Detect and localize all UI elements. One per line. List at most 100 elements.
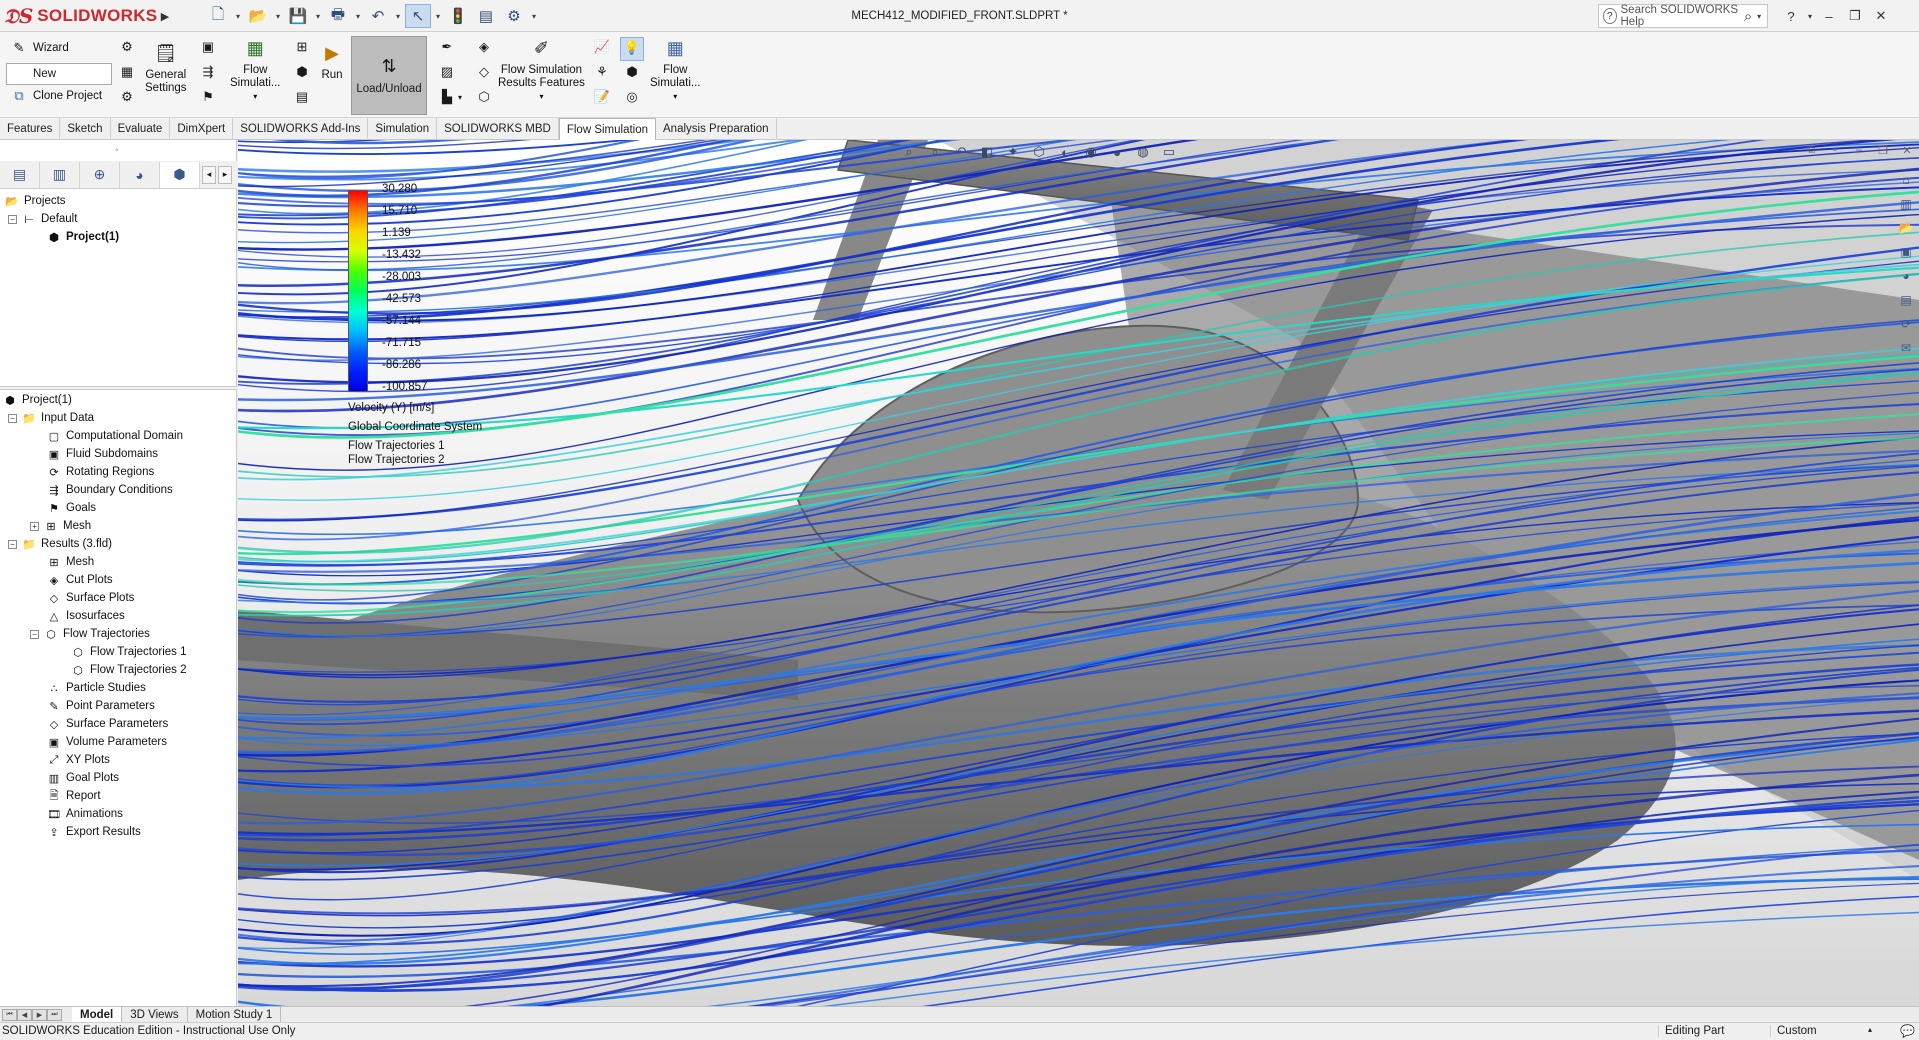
flow-trajectory-icon[interactable]: ⬡ <box>474 87 494 107</box>
flow-simulation-dropdown-icon[interactable]: ▾ <box>253 90 257 103</box>
tab-3d-views[interactable]: 3D Views <box>122 1006 188 1023</box>
previous-view-icon[interactable]: ↶ <box>950 141 972 163</box>
xy-plots-node[interactable]: ⤢ XY Plots <box>46 751 110 769</box>
search-icon[interactable]: ⌕ <box>1739 8 1757 25</box>
flow-trajectories-node[interactable]: − ⬡ Flow Trajectories <box>30 625 150 643</box>
customize-icon[interactable]: ⚙ <box>117 37 137 57</box>
print-dropdown-icon[interactable]: ▾ <box>353 4 363 28</box>
tab-features[interactable]: Features <box>0 118 61 140</box>
project-node[interactable]: ⬢ Project(1) <box>46 228 119 246</box>
flow-simulation-analysis-tree-tab-icon[interactable]: ⬢ <box>160 161 200 188</box>
computational-domain-node[interactable]: ▢ Computational Domain <box>46 427 183 445</box>
collapse-toggle-icon[interactable]: − <box>8 214 17 224</box>
flow-simulation-results-features-button[interactable]: ✐ Flow Simulation Results Features ▾ <box>498 35 585 103</box>
default-config-node[interactable]: − ⊢ Default <box>8 210 77 228</box>
volume-parameters-node[interactable]: ▣ Volume Parameters <box>46 733 167 751</box>
load-unload-button[interactable]: ⇅ Load/Unload <box>351 36 427 115</box>
save-icon[interactable]: 💾 <box>285 4 311 28</box>
panel-collapse-handle[interactable]: ◦ <box>115 145 119 156</box>
property-manager-tab-icon[interactable]: ▥ <box>40 161 80 188</box>
forum-icon[interactable]: ⟳ <box>1895 314 1917 334</box>
report-node[interactable]: 🗎 Report <box>46 787 101 805</box>
first-tab-arrow-icon[interactable]: ⏮ <box>2 1008 17 1021</box>
prev-tab-arrow-icon[interactable]: ◀ <box>17 1008 32 1021</box>
solidworks-logo[interactable]: 𝔇S SOLIDWORKS <box>4 3 157 29</box>
results-node[interactable]: − 📁 Results (3.fld) <box>8 535 112 553</box>
computational-domain-icon[interactable]: ▣ <box>198 37 218 57</box>
rotating-regions-node[interactable]: ⟳ Rotating Regions <box>46 463 154 481</box>
tab-evaluate[interactable]: Evaluate <box>111 118 171 140</box>
configuration-manager-tab-icon[interactable]: ⊕ <box>80 161 120 188</box>
design-library-icon[interactable]: ▥ <box>1895 194 1917 214</box>
solidworks-resources-icon[interactable]: ⌂ <box>1895 170 1917 190</box>
wizard-button[interactable]: ✎ Wizard <box>10 39 69 57</box>
print-icon[interactable]: 🖶 <box>325 4 351 28</box>
flow-trajectories-1-node[interactable]: ⬡ Flow Trajectories 1 <box>70 643 186 661</box>
surface-parameters-node[interactable]: ◇ Surface Parameters <box>46 715 169 733</box>
surface-plots-node[interactable]: ◇ Surface Plots <box>46 589 135 607</box>
flow-trajectories-2-node[interactable]: ⬡ Flow Trajectories 2 <box>70 661 186 679</box>
chart-results-icon[interactable]: ▙ <box>437 87 457 107</box>
view-palette-icon[interactable]: ▣ <box>1895 242 1917 262</box>
viewport-close-icon[interactable]: ✕ <box>1895 140 1919 160</box>
collapse-toggle-icon[interactable]: − <box>8 413 17 423</box>
chart-results-dropdown-icon[interactable]: ▾ <box>455 87 465 107</box>
unit-system-selector[interactable]: Custom ▴ <box>1770 1025 1880 1037</box>
help-search-input[interactable]: ? Search SOLIDWORKS Help ⌕ ▾ <box>1598 4 1768 28</box>
select-dropdown-icon[interactable]: ▾ <box>433 4 443 28</box>
viewport-tile-icon[interactable]: ⧉ <box>1799 140 1823 160</box>
graphics-viewport[interactable]: ⌕ ⌕ ↶ ◧ ✦ ⬡ ◐ ◉ ◕ ◍ ▭ ⧉ ▫ – ❐ ✕ ⌂ ▥ 📂 ▣ … <box>238 140 1919 1006</box>
export-results-node[interactable]: ⇪ Export Results <box>46 823 140 841</box>
display-style-icon[interactable]: ◐ <box>1054 141 1076 163</box>
hide-show-items-icon[interactable]: ◉ <box>1080 141 1102 163</box>
results-mesh-node[interactable]: ⊞ Mesh <box>46 553 94 571</box>
file-properties-icon[interactable]: ▤ <box>473 4 499 28</box>
quick-tips-icon[interactable]: 💬 <box>1900 1024 1915 1038</box>
projects-root-node[interactable]: 📂 Projects <box>4 192 65 210</box>
last-tab-arrow-icon[interactable]: ⏭ <box>47 1008 62 1021</box>
component-control-icon[interactable]: ▦ <box>117 62 137 82</box>
goal-plot-icon[interactable]: ⚘ <box>592 62 612 82</box>
tab-solidworks-add-ins[interactable]: SOLIDWORKS Add-Ins <box>233 118 369 140</box>
run-button[interactable]: ▶ Run <box>319 40 345 82</box>
cut-plot-icon[interactable]: ◈ <box>474 37 494 57</box>
batch-run-icon[interactable]: ▤ <box>292 87 312 107</box>
boundary-condition-icon[interactable]: ⇶ <box>198 62 218 82</box>
transparency-icon[interactable]: ◎ <box>622 87 642 107</box>
custom-properties-icon[interactable]: ▤ <box>1895 290 1917 310</box>
viewport-maximize-icon[interactable]: ▫ <box>1823 140 1847 160</box>
manager-tabs-right-arrow-icon[interactable]: ▸ <box>218 165 232 184</box>
particle-studies-node[interactable]: ∴ Particle Studies <box>46 679 146 697</box>
help-menu-icon[interactable]: ? <box>1778 4 1804 28</box>
results-summary-icon[interactable]: ▨ <box>437 62 457 82</box>
close-icon[interactable]: ✕ <box>1868 4 1894 28</box>
restore-icon[interactable]: ❐ <box>1842 4 1868 28</box>
next-tab-arrow-icon[interactable]: ▶ <box>32 1008 47 1021</box>
feedback-icon[interactable]: ✉ <box>1895 338 1917 358</box>
apply-scene-icon[interactable]: ◍ <box>1132 141 1154 163</box>
clone-project-button[interactable]: ⧉ Clone Project <box>10 87 102 105</box>
expand-toggle-icon[interactable]: + <box>30 521 39 531</box>
flow-simulation-help-button[interactable]: ▦ Flow Simulati... ▾ <box>650 35 701 103</box>
appearances-icon[interactable]: ◕ <box>1895 266 1917 286</box>
open-folder-icon[interactable]: 📂 <box>245 4 271 28</box>
file-explorer-icon[interactable]: 📂 <box>1895 218 1917 238</box>
traffic-light-icon[interactable]: 🚦 <box>445 4 471 28</box>
manager-tabs-left-arrow-icon[interactable]: ◂ <box>202 165 216 184</box>
open-dropdown-icon[interactable]: ▾ <box>273 4 283 28</box>
input-data-node[interactable]: − 📁 Input Data <box>8 409 94 427</box>
flow-simulation-button[interactable]: ▦ Flow Simulati... ▾ <box>230 35 281 103</box>
calculation-control-icon[interactable]: ⚙ <box>117 87 137 107</box>
menu-expand-arrow-icon[interactable]: ▶ <box>158 6 172 26</box>
new-dropdown-icon[interactable]: ▾ <box>233 4 243 28</box>
tab-analysis-preparation[interactable]: Analysis Preparation <box>656 118 777 140</box>
collapse-toggle-icon[interactable]: − <box>30 629 39 639</box>
viewport-restore-icon[interactable]: ❐ <box>1871 140 1895 160</box>
goal-plots-node[interactable]: ▥ Goal Plots <box>46 769 119 787</box>
tab-simulation[interactable]: Simulation <box>368 118 438 140</box>
point-parameters-node[interactable]: ✎ Point Parameters <box>46 697 154 715</box>
goals-node[interactable]: ⚑ Goals <box>46 499 96 517</box>
display-manager-tab-icon[interactable]: ◕ <box>120 161 160 188</box>
viewport-minimize-icon[interactable]: – <box>1847 140 1871 160</box>
search-dropdown-icon[interactable]: ▾ <box>1757 12 1767 21</box>
